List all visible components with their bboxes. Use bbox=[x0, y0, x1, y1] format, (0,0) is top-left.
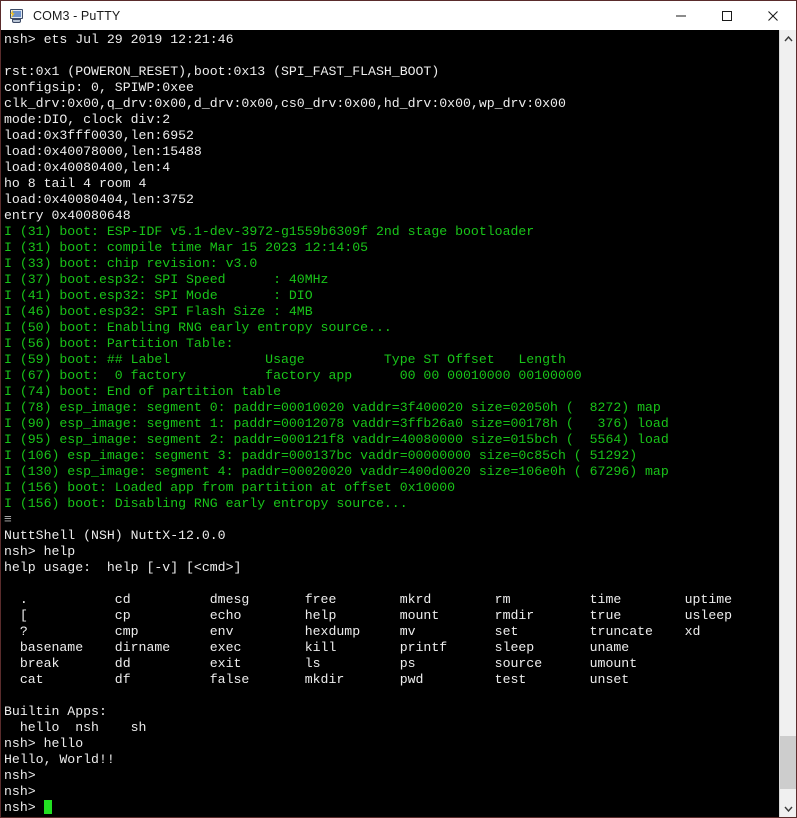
close-icon bbox=[768, 10, 778, 21]
minimize-button[interactable] bbox=[658, 1, 704, 30]
terminal-line: configsip: 0, SPIWP:0xee bbox=[4, 80, 194, 95]
title-bar[interactable]: COM3 - PuTTY bbox=[1, 1, 796, 30]
terminal-line: help usage: help [-v] [<cmd>] bbox=[4, 560, 242, 575]
terminal-line: nsh> help bbox=[4, 544, 76, 559]
scrollbar-thumb[interactable] bbox=[780, 735, 796, 789]
terminal-line: nsh> ets Jul 29 2019 12:21:46 bbox=[4, 32, 234, 47]
terminal-line: rst:0x1 (POWERON_RESET),boot:0x13 (SPI_F… bbox=[4, 64, 440, 79]
terminal-line: break dd exit ls ps source umount bbox=[4, 656, 638, 671]
terminal-line: I (56) boot: Partition Table: bbox=[4, 336, 234, 351]
terminal-prompt-line[interactable]: nsh> bbox=[4, 800, 779, 816]
minimize-icon bbox=[676, 15, 686, 16]
scrollbar-track[interactable] bbox=[780, 47, 796, 800]
putty-window: COM3 - PuTTY nsh> ets Jul 29 2019 12:21:… bbox=[0, 0, 797, 818]
terminal-line: I (31) boot: ESP-IDF v5.1-dev-3972-g1559… bbox=[4, 224, 535, 239]
scroll-down-arrow[interactable] bbox=[780, 800, 796, 817]
terminal-line: I (37) boot.esp32: SPI Speed : 40MHz bbox=[4, 272, 329, 287]
terminal-line: I (90) esp_image: segment 1: paddr=00012… bbox=[4, 416, 669, 431]
terminal-line: I (46) boot.esp32: SPI Flash Size : 4MB bbox=[4, 304, 313, 319]
terminal-line: I (33) boot: chip revision: v3.0 bbox=[4, 256, 258, 271]
terminal-line: nsh> hello bbox=[4, 736, 84, 751]
terminal-scrollbar[interactable] bbox=[779, 30, 796, 817]
close-button[interactable] bbox=[750, 1, 796, 30]
terminal-line: nsh> bbox=[4, 784, 36, 799]
terminal-output[interactable]: nsh> ets Jul 29 2019 12:21:46 rst:0x1 (P… bbox=[1, 30, 779, 817]
chevron-down-icon bbox=[783, 806, 793, 812]
putty-terminal-icon bbox=[8, 7, 26, 25]
terminal-line: load:0x40080400,len:4 bbox=[4, 160, 171, 175]
terminal-line: I (74) boot: End of partition table bbox=[4, 384, 281, 399]
terminal-line: I (156) boot: Loaded app from partition … bbox=[4, 480, 456, 495]
terminal-line: ≡ bbox=[4, 512, 12, 527]
maximize-button[interactable] bbox=[704, 1, 750, 30]
terminal-line: entry 0x40080648 bbox=[4, 208, 131, 223]
terminal-line: load:0x40078000,len:15488 bbox=[4, 144, 202, 159]
terminal-line: ? cmp env hexdump mv set truncate xd bbox=[4, 624, 701, 639]
terminal-line: I (50) boot: Enabling RNG early entropy … bbox=[4, 320, 392, 335]
terminal-line: I (95) esp_image: segment 2: paddr=00012… bbox=[4, 432, 669, 447]
chevron-up-icon bbox=[783, 35, 793, 41]
terminal-line: ho 8 tail 4 room 4 bbox=[4, 176, 147, 191]
terminal-line: I (106) esp_image: segment 3: paddr=0001… bbox=[4, 448, 638, 463]
terminal-line: I (130) esp_image: segment 4: paddr=0002… bbox=[4, 464, 669, 479]
terminal-line: mode:DIO, clock div:2 bbox=[4, 112, 171, 127]
scroll-up-arrow[interactable] bbox=[780, 30, 796, 47]
prompt-text: nsh> bbox=[4, 800, 44, 815]
terminal-line: . cd dmesg free mkrd rm time uptime bbox=[4, 592, 733, 607]
terminal-line: I (31) boot: compile time Mar 15 2023 12… bbox=[4, 240, 369, 255]
terminal-line: cat df false mkdir pwd test unset bbox=[4, 672, 630, 687]
window-controls bbox=[658, 1, 796, 30]
terminal-line: I (156) boot: Disabling RNG early entrop… bbox=[4, 496, 408, 511]
terminal-line: Hello, World!! bbox=[4, 752, 115, 767]
terminal-line: nsh> bbox=[4, 768, 36, 783]
terminal-line: I (41) boot.esp32: SPI Mode : DIO bbox=[4, 288, 313, 303]
terminal-line: Builtin Apps: bbox=[4, 704, 107, 719]
terminal-line: hello nsh sh bbox=[4, 720, 147, 735]
terminal-line: load:0x3fff0030,len:6952 bbox=[4, 128, 194, 143]
maximize-icon bbox=[722, 10, 732, 21]
terminal-line: I (67) boot: 0 factory factory app 00 00… bbox=[4, 368, 582, 383]
terminal-line: load:0x40080404,len:3752 bbox=[4, 192, 194, 207]
terminal-line: I (59) boot: ## Label Usage Type ST Offs… bbox=[4, 352, 566, 367]
window-title: COM3 - PuTTY bbox=[33, 8, 121, 23]
terminal-line: basename dirname exec kill printf sleep … bbox=[4, 640, 630, 655]
terminal-line: I (78) esp_image: segment 0: paddr=00010… bbox=[4, 400, 661, 415]
terminal-line: NuttShell (NSH) NuttX-12.0.0 bbox=[4, 528, 226, 543]
block-cursor bbox=[43, 800, 52, 814]
terminal-line: clk_drv:0x00,q_drv:0x00,d_drv:0x00,cs0_d… bbox=[4, 96, 566, 111]
terminal-area: nsh> ets Jul 29 2019 12:21:46 rst:0x1 (P… bbox=[1, 30, 796, 817]
terminal-line: [ cp echo help mount rmdir true usleep bbox=[4, 608, 733, 623]
